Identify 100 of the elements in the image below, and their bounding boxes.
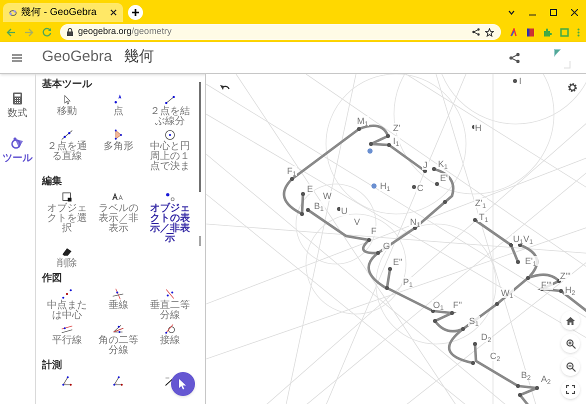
tool-button[interactable]: 垂線 [94,288,144,321]
tool-button[interactable]: 垂直二等分線 [145,288,195,321]
point-label: C [416,183,424,193]
extension-icon[interactable] [509,28,518,36]
point-label: W [322,191,332,201]
fullscreen-icon [566,385,575,394]
point-label: U [340,206,348,216]
tool-button[interactable]: 多角形 [94,129,144,172]
move-tool-button[interactable] [171,372,195,396]
address-bar[interactable]: geogebra.org/geometry [60,24,501,40]
tool-button[interactable]: 角の二等分線 [94,323,144,356]
home-button[interactable] [561,311,580,330]
tool-button[interactable]: オブジェクトの表示／非表示 [145,191,195,244]
share-icon[interactable] [509,52,520,64]
zoom-in-button[interactable] [561,334,580,353]
bisector-icon [164,288,176,300]
point-label: S$_{1}$ [468,316,480,326]
section-heading: 基本ツール [42,79,94,91]
broken-image-icon[interactable] [552,46,572,68]
new-tab-button[interactable] [128,5,143,20]
point-label: H$_{1}$ [379,181,392,191]
point-label: N$_{1}$ [409,217,422,227]
tool-button[interactable]: 点 [94,94,144,127]
zoom-out-button[interactable] [561,357,580,376]
fullscreen-button[interactable] [561,380,580,399]
triangle-icon [112,129,124,141]
point-label: K$_{1}$ [437,159,449,169]
tool-button[interactable]: 平行線 [42,323,92,356]
segment-icon [164,94,176,106]
undo-icon[interactable] [220,83,230,91]
perpendicular-icon [112,288,124,300]
share-icon[interactable] [472,28,480,36]
point-label: E'' [392,257,404,267]
tool-button[interactable]: ２点を結ぶ線分 [145,94,195,127]
browser-tab[interactable]: 幾何 - GeoGebra [3,3,123,22]
select-icon [60,191,73,203]
logo-text: GeoGebra [42,47,112,68]
tangent-icon [164,323,176,335]
point-label: T$_{1}$ [478,212,490,222]
point-icon [112,94,124,106]
points-icon [164,191,176,203]
point-label: B$_{1}$ [313,201,325,211]
tool-button[interactable]: 移動 [42,94,92,127]
point-label: E' [439,173,449,183]
tool-button[interactable]: 中心と円周上の１点で決ま [145,129,195,172]
point-label: D$_{2}$ [480,332,492,342]
point-label: A$_{2}$ [540,374,552,384]
tool-button[interactable]: ラベルの表示／非表示 [94,191,144,244]
tool-button[interactable]: 中点または中心 [42,288,92,321]
rail-tab[interactable]: 数式 [6,92,30,119]
point-label: P$_{1}$ [402,277,414,287]
zoom-out-icon [566,362,576,372]
midpoint-icon [60,288,73,300]
tab-title: 幾何 - GeoGebra [21,6,98,20]
caret-icon[interactable] [508,10,515,15]
home-icon [566,316,575,324]
point-label: E'$_{1}$ [524,256,538,266]
point-label: G [382,241,392,251]
cursor-icon [179,378,187,390]
point-label: I [518,76,523,86]
section-heading: 編集 [42,176,63,188]
point-label: B$_{2}$ [520,370,532,380]
letters-icon [112,191,124,203]
lock-icon [67,28,73,36]
point-label: Z' [392,123,402,133]
point-label: W$_{1}$ [500,288,514,298]
section-heading: 計測 [42,360,63,372]
angle-bisector-icon [112,323,124,335]
settings-icon[interactable] [567,82,578,93]
point-label: O$_{1}$ [432,300,445,310]
point-label: M$_{1}$ [356,116,370,126]
close-icon[interactable] [110,9,117,16]
tool-button[interactable]: 削除 [42,246,92,269]
star-icon[interactable] [485,28,494,36]
extension-icon[interactable] [526,28,535,36]
maximize-icon[interactable] [550,9,557,16]
point-label: I$_{1}$ [392,136,400,146]
angle-icon [112,375,124,387]
point-label: F$_{1}$ [286,166,298,176]
tool-button[interactable]: ２点を通る直線 [42,129,92,172]
circle-icon [164,129,176,141]
close-icon[interactable] [571,9,578,16]
line-icon [60,129,73,141]
plus-icon [131,8,140,17]
rail-tab[interactable]: ツール [0,137,34,164]
calculator-icon [11,92,24,105]
tool-button[interactable]: 接線 [145,323,195,356]
point-label: J [422,160,428,170]
point-label: F''' [540,280,553,290]
point-label: Z'$_{1}$ [474,198,487,208]
compass-icon [11,137,24,150]
point-label: C$_{2}$ [489,351,502,361]
eraser-icon [60,246,73,258]
tool-button[interactable]: オブジェクトを選択 [42,191,92,244]
point-label: U$_{1}$V$_{1}$ [512,234,534,244]
point-label: F'' [452,300,463,310]
point-label: E [306,184,314,194]
point-label: H$_{2}$ [564,285,576,295]
menu-icon[interactable] [12,54,22,62]
point-label: V [353,217,362,227]
